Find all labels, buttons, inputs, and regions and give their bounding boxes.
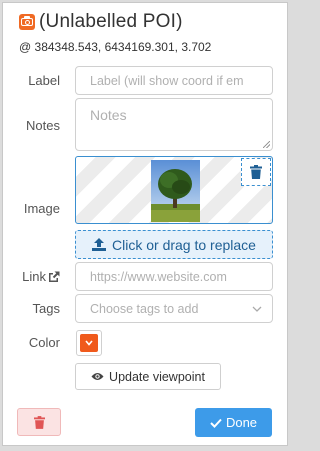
eye-icon bbox=[91, 373, 104, 380]
link-label-text: Link bbox=[22, 269, 46, 284]
update-viewpoint-button[interactable]: Update viewpoint bbox=[75, 363, 221, 390]
image-field-label: Image bbox=[23, 201, 60, 216]
done-button[interactable]: Done bbox=[195, 408, 272, 437]
resize-handle-icon[interactable] bbox=[263, 141, 270, 148]
color-field-label: Color bbox=[28, 335, 60, 350]
trash-icon bbox=[33, 415, 45, 429]
chevron-down-icon bbox=[252, 306, 262, 312]
label-input[interactable]: Label (will show coord if em bbox=[75, 66, 273, 95]
link-field-label: Link bbox=[22, 269, 60, 284]
poi-title: (Unlabelled POI) bbox=[39, 11, 183, 32]
notes-field-label: Notes bbox=[26, 118, 60, 133]
external-link-icon bbox=[49, 271, 60, 282]
dropzone-text: Click or drag to replace bbox=[112, 236, 256, 253]
poi-panel: (Unlabelled POI) @ 384348.543, 6434169.3… bbox=[2, 2, 288, 446]
chevron-down-icon bbox=[85, 340, 93, 346]
label-field-label: Label bbox=[28, 73, 60, 88]
delete-poi-button[interactable] bbox=[17, 408, 61, 436]
trash-icon bbox=[250, 165, 262, 179]
tree-photo-thumbnail bbox=[151, 160, 200, 222]
tags-placeholder: Choose tags to add bbox=[90, 301, 199, 316]
tags-select[interactable]: Choose tags to add bbox=[75, 294, 273, 323]
update-viewpoint-label: Update viewpoint bbox=[109, 369, 205, 384]
color-picker-button[interactable] bbox=[76, 330, 102, 356]
poi-header: (Unlabelled POI) bbox=[19, 11, 183, 33]
image-dropzone[interactable]: Click or drag to replace bbox=[75, 230, 273, 259]
link-input[interactable]: https://www.website.com bbox=[75, 262, 273, 291]
notes-textarea[interactable]: Notes bbox=[75, 98, 273, 151]
check-icon bbox=[210, 418, 222, 428]
done-label: Done bbox=[225, 415, 258, 430]
tags-field-label: Tags bbox=[32, 301, 60, 316]
notes-placeholder: Notes bbox=[90, 107, 127, 123]
image-preview bbox=[75, 156, 273, 224]
color-swatch bbox=[80, 334, 98, 352]
poi-coords: @ 384348.543, 6434169.301, 3.702 bbox=[19, 40, 212, 54]
remove-image-button[interactable] bbox=[241, 158, 271, 186]
upload-icon bbox=[92, 238, 107, 251]
camera-icon bbox=[19, 14, 35, 30]
